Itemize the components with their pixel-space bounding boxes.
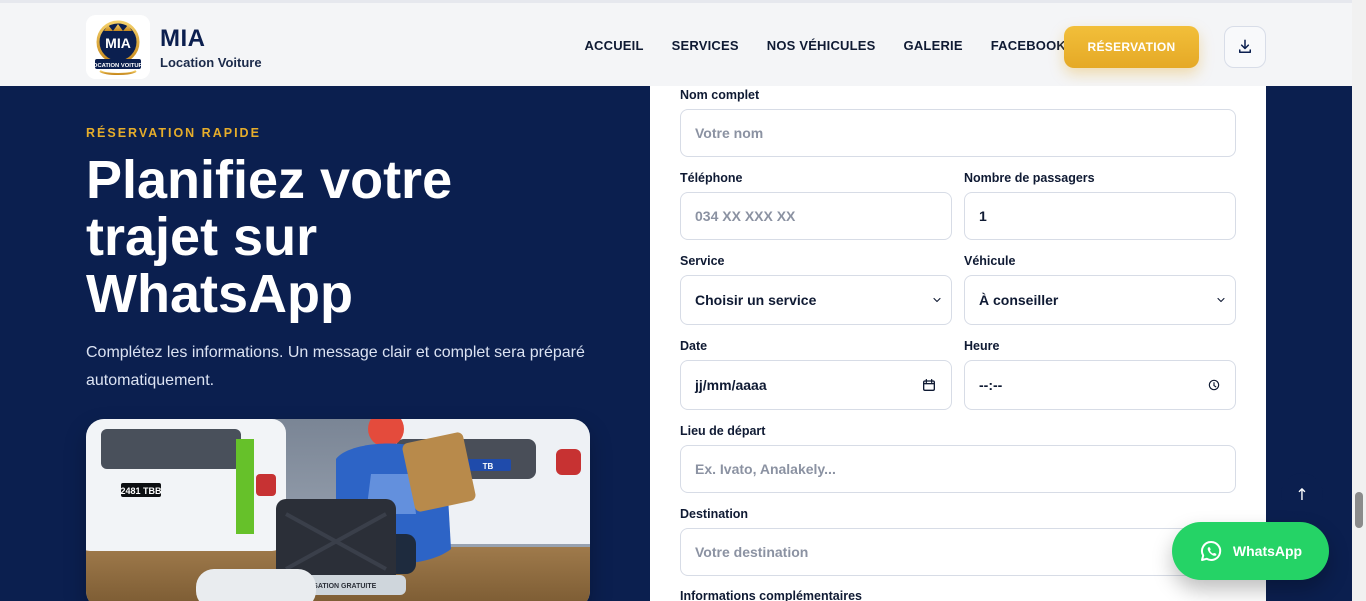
hero-kicker: RÉSERVATION RAPIDE bbox=[86, 126, 261, 140]
date-field[interactable]: jj/mm/aaaa bbox=[680, 360, 952, 410]
main-nav: ACCUEIL SERVICES NOS VÉHICULES GALERIE F… bbox=[584, 38, 1066, 53]
whatsapp-label: WhatsApp bbox=[1232, 543, 1303, 559]
nav-accueil[interactable]: ACCUEIL bbox=[584, 38, 643, 53]
calendar-icon[interactable] bbox=[921, 377, 937, 393]
vehicle-select[interactable]: À conseiller bbox=[964, 275, 1236, 325]
service-selected-value: Choisir un service bbox=[695, 292, 817, 308]
label-date: Date bbox=[680, 339, 708, 353]
hero-photo: 2481 TBB TB UTILISATION GRATUITE bbox=[86, 419, 590, 601]
scroll-top-arrow-icon: ↑ bbox=[1295, 484, 1309, 504]
destination-input[interactable] bbox=[695, 529, 1221, 575]
service-select[interactable]: Choisir un service bbox=[680, 275, 952, 325]
reservation-button[interactable]: RÉSERVATION bbox=[1064, 26, 1199, 68]
page-scrollbar[interactable] bbox=[1352, 0, 1366, 601]
brand-logo[interactable]: MIA LOCATION VOITURE bbox=[86, 15, 150, 79]
nav-services[interactable]: SERVICES bbox=[672, 38, 739, 53]
logo-main-text: MIA bbox=[105, 35, 131, 51]
reservation-form: Nom complet Téléphone Nombre de passager… bbox=[650, 86, 1266, 601]
nav-galerie[interactable]: GALERIE bbox=[904, 38, 963, 53]
nav-facebook[interactable]: FACEBOOK bbox=[991, 38, 1066, 53]
label-time: Heure bbox=[964, 339, 1000, 353]
nav-vehicules[interactable]: NOS VÉHICULES bbox=[767, 38, 876, 53]
brand-subtitle: Location Voiture bbox=[160, 55, 262, 70]
top-navigation: MIA LOCATION VOITURE MIA Location Voitur… bbox=[0, 0, 1366, 86]
download-button[interactable] bbox=[1224, 26, 1266, 68]
full-name-field[interactable] bbox=[680, 109, 1236, 157]
brand-title: MIA bbox=[160, 25, 206, 52]
download-icon bbox=[1239, 39, 1251, 53]
hero-lead: Complétez les informations. Un message c… bbox=[86, 344, 585, 389]
full-name-input[interactable] bbox=[695, 110, 1221, 156]
hero-title: Planifiez votre trajet sur WhatsApp bbox=[86, 150, 453, 324]
label-destination: Destination bbox=[680, 507, 749, 521]
time-placeholder: --:-- bbox=[979, 377, 1003, 393]
clock-icon[interactable] bbox=[1207, 378, 1221, 392]
chevron-down-icon bbox=[1217, 297, 1225, 303]
vehicle-selected-value: À conseiller bbox=[979, 292, 1059, 308]
label-phone: Téléphone bbox=[680, 171, 743, 185]
label-extra-info: Informations complémentaires bbox=[680, 589, 862, 601]
label-departure: Lieu de départ bbox=[680, 424, 766, 438]
plate-right-text: TB bbox=[483, 462, 494, 471]
passengers-input[interactable] bbox=[979, 193, 1221, 239]
phone-field[interactable] bbox=[680, 192, 952, 240]
phone-input[interactable] bbox=[695, 193, 937, 239]
departure-input[interactable] bbox=[695, 446, 1221, 492]
time-field[interactable]: --:-- bbox=[964, 360, 1236, 410]
label-service: Service bbox=[680, 254, 725, 268]
scrollbar-thumb[interactable] bbox=[1355, 492, 1363, 528]
hero-section: RÉSERVATION RAPIDE Planifiez votre traje… bbox=[86, 126, 606, 395]
whatsapp-icon bbox=[1200, 540, 1222, 561]
brand-text[interactable]: MIA Location Voiture bbox=[160, 25, 262, 70]
whatsapp-floating-button[interactable]: WhatsApp bbox=[1172, 522, 1329, 580]
label-passengers: Nombre de passagers bbox=[964, 171, 1095, 185]
date-placeholder: jj/mm/aaaa bbox=[695, 377, 767, 393]
destination-field[interactable] bbox=[680, 528, 1236, 576]
scroll-to-top-button[interactable]: ↑ bbox=[1281, 473, 1323, 515]
passengers-field[interactable] bbox=[964, 192, 1236, 240]
plate-left-text: 2481 TBB bbox=[120, 486, 162, 496]
hero-photo-illustration: 2481 TBB TB UTILISATION GRATUITE bbox=[86, 419, 590, 601]
departure-field[interactable] bbox=[680, 445, 1236, 493]
label-vehicle: Véhicule bbox=[964, 254, 1016, 268]
label-full-name: Nom complet bbox=[680, 88, 760, 102]
logo-emblem-icon: MIA LOCATION VOITURE bbox=[86, 15, 150, 79]
chevron-down-icon bbox=[933, 297, 941, 303]
logo-bottom-text: LOCATION VOITURE bbox=[89, 63, 146, 69]
